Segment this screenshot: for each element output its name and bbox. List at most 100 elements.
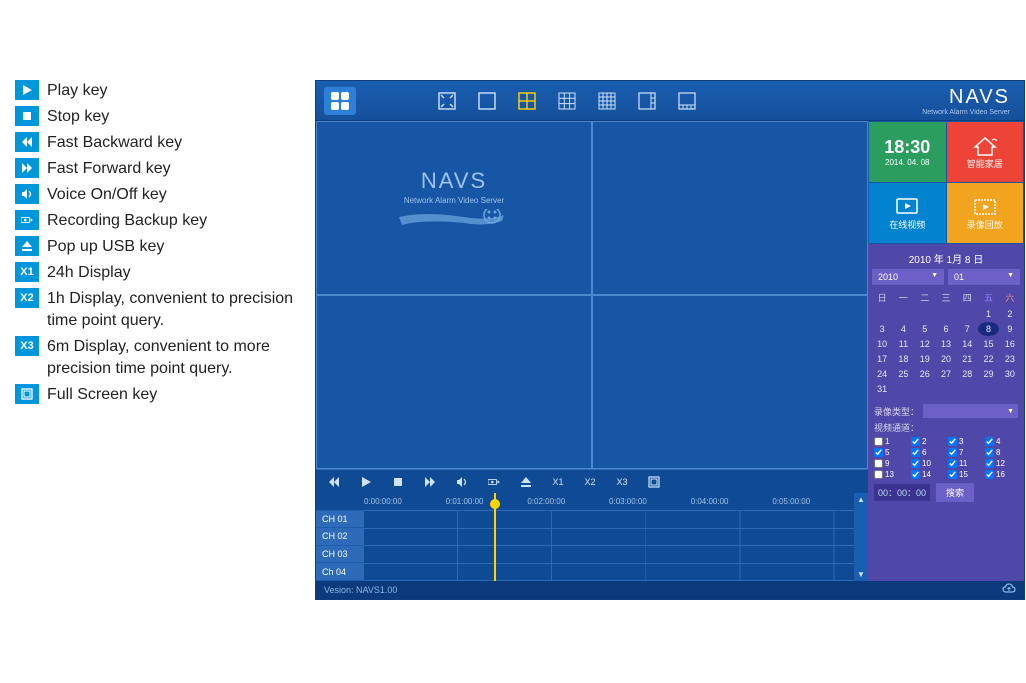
timeline-track[interactable]: [364, 511, 854, 529]
calendar-day[interactable]: 31: [872, 382, 892, 396]
calendar-day[interactable]: 30: [1000, 367, 1020, 381]
calendar: 2010 年 1月 8 日 2010▼ 01▼ 日一二三四五六123456789…: [868, 244, 1024, 400]
calendar-day[interactable]: 27: [936, 367, 956, 381]
fast-backward-button[interactable]: [326, 474, 342, 490]
calendar-day[interactable]: 7: [957, 322, 977, 336]
legend-text: Fast Backward key: [47, 132, 182, 154]
usb-eject-button[interactable]: [518, 474, 534, 490]
channel-checkbox[interactable]: 1: [874, 437, 907, 446]
scroll-up-icon[interactable]: ▲: [857, 495, 865, 504]
x3-button[interactable]: X3: [614, 474, 630, 490]
fullscreen-button[interactable]: [646, 474, 662, 490]
layout-1-icon[interactable]: [476, 90, 498, 112]
channel-checkbox[interactable]: 5: [874, 448, 907, 457]
channel-checkbox[interactable]: 7: [948, 448, 981, 457]
channel-checkbox[interactable]: 6: [911, 448, 944, 457]
calendar-day[interactable]: 10: [872, 337, 892, 351]
calendar-day[interactable]: 22: [978, 352, 998, 366]
calendar-day[interactable]: 25: [893, 367, 913, 381]
layout-4-icon[interactable]: [516, 90, 538, 112]
layout-expand-icon[interactable]: [436, 90, 458, 112]
timeline[interactable]: 0:00:00:00 0:01:00:00 0:02:00:00 0:03:00…: [364, 493, 854, 581]
calendar-day[interactable]: 23: [1000, 352, 1020, 366]
calendar-day[interactable]: 15: [978, 337, 998, 351]
layout-9-icon[interactable]: [556, 90, 578, 112]
video-cell[interactable]: [592, 295, 868, 469]
calendar-day[interactable]: 24: [872, 367, 892, 381]
calendar-day[interactable]: 8: [978, 322, 998, 336]
video-cell[interactable]: NAVS Network Alarm Video Server: [316, 121, 592, 295]
layout-16-icon[interactable]: [596, 90, 618, 112]
tile-clock[interactable]: 18:30 2014. 04. 08: [869, 122, 946, 182]
timeline-track[interactable]: [364, 564, 854, 582]
calendar-day[interactable]: 29: [978, 367, 998, 381]
timecode[interactable]: 00：00：00: [874, 484, 930, 501]
channel-label[interactable]: Ch 04: [316, 563, 364, 581]
calendar-day[interactable]: 6: [936, 322, 956, 336]
channel-label[interactable]: CH 03: [316, 546, 364, 564]
play-button[interactable]: [358, 474, 374, 490]
playhead[interactable]: [494, 493, 496, 581]
x2-button[interactable]: X2: [582, 474, 598, 490]
video-grid: NAVS Network Alarm Video Server: [316, 121, 868, 469]
legend-text: 24h Display: [47, 262, 131, 284]
calendar-day[interactable]: 19: [915, 352, 935, 366]
channel-checkbox[interactable]: 8: [985, 448, 1018, 457]
channel-checkbox[interactable]: 9: [874, 459, 907, 468]
tile-online-video[interactable]: 在线视频: [869, 183, 946, 243]
tile-playback[interactable]: 录像回放: [947, 183, 1024, 243]
calendar-day[interactable]: 16: [1000, 337, 1020, 351]
calendar-day[interactable]: 2: [1000, 307, 1020, 321]
chevron-down-icon: ▼: [931, 272, 938, 282]
navs-app: NAVS Network Alarm Video Server NAVS Net…: [315, 80, 1025, 600]
calendar-day[interactable]: 4: [893, 322, 913, 336]
channel-checkbox[interactable]: 2: [911, 437, 944, 446]
calendar-day[interactable]: 12: [915, 337, 935, 351]
calendar-day[interactable]: 3: [872, 322, 892, 336]
timeline-track[interactable]: [364, 546, 854, 564]
channel-checkbox[interactable]: 3: [948, 437, 981, 446]
calendar-day[interactable]: 14: [957, 337, 977, 351]
calendar-day[interactable]: 17: [872, 352, 892, 366]
stop-button[interactable]: [390, 474, 406, 490]
voice-button[interactable]: [454, 474, 470, 490]
x1-button[interactable]: X1: [550, 474, 566, 490]
channel-checkbox[interactable]: 13: [874, 470, 907, 479]
search-button[interactable]: 搜索: [936, 483, 974, 502]
recording-backup-button[interactable]: [486, 474, 502, 490]
calendar-day[interactable]: 9: [1000, 322, 1020, 336]
cloud-icon[interactable]: [1002, 583, 1016, 597]
scroll-down-icon[interactable]: ▼: [857, 570, 865, 579]
layout-strip-icon[interactable]: [676, 90, 698, 112]
video-cell[interactable]: [592, 121, 868, 295]
calendar-day[interactable]: 28: [957, 367, 977, 381]
calendar-day[interactable]: 1: [978, 307, 998, 321]
calendar-day[interactable]: 26: [915, 367, 935, 381]
channel-checkbox[interactable]: 4: [985, 437, 1018, 446]
channel-checkbox[interactable]: 12: [985, 459, 1018, 468]
timeline-vscroll[interactable]: ▲ ▼: [854, 493, 868, 581]
record-type-select[interactable]: ▼: [923, 404, 1018, 418]
calendar-day: [915, 307, 935, 321]
channel-checkbox[interactable]: 15: [948, 470, 981, 479]
channel-label[interactable]: CH 02: [316, 528, 364, 546]
channel-label[interactable]: CH 01: [316, 511, 364, 529]
channel-checkbox[interactable]: 16: [985, 470, 1018, 479]
month-select[interactable]: 01▼: [948, 269, 1020, 285]
calendar-day[interactable]: 11: [893, 337, 913, 351]
calendar-day[interactable]: 21: [957, 352, 977, 366]
channel-checkbox[interactable]: 10: [911, 459, 944, 468]
layout-side-icon[interactable]: [636, 90, 658, 112]
calendar-day[interactable]: 5: [915, 322, 935, 336]
year-select[interactable]: 2010▼: [872, 269, 944, 285]
timeline-track[interactable]: [364, 529, 854, 547]
tile-smart-home[interactable]: 智能家居: [947, 122, 1024, 182]
layout-2x2-active-button[interactable]: [324, 87, 356, 115]
calendar-day[interactable]: 13: [936, 337, 956, 351]
calendar-day[interactable]: 18: [893, 352, 913, 366]
video-cell[interactable]: [316, 295, 592, 469]
calendar-day[interactable]: 20: [936, 352, 956, 366]
channel-checkbox[interactable]: 11: [948, 459, 981, 468]
channel-checkbox[interactable]: 14: [911, 470, 944, 479]
fast-forward-button[interactable]: [422, 474, 438, 490]
